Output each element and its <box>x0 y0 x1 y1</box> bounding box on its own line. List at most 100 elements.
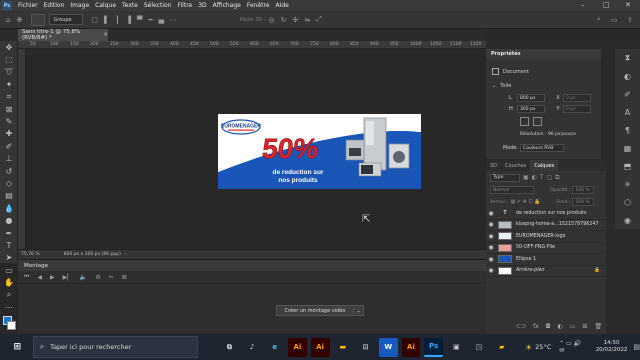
system-tray-icons[interactable]: ⌃ ▭ 🔊 ✉ <box>559 340 587 354</box>
illustrator-icon-2[interactable]: Ai <box>310 337 330 357</box>
align-left-icon[interactable]: ▌ <box>104 16 109 24</box>
more-tools-icon[interactable]: ⋯ <box>0 301 18 313</box>
filter-smart-icon[interactable]: ⧉ <box>555 174 559 182</box>
healing-brush-icon[interactable]: ✚ <box>0 128 18 140</box>
layer-row[interactable]: ◉ T de reduction sur nos produits <box>486 208 606 220</box>
path-select-icon[interactable]: ➤ <box>0 252 18 264</box>
paragraph-icon[interactable]: ¶ <box>615 121 640 139</box>
distribute-icon[interactable]: ⋯ <box>170 16 177 24</box>
crop-tool-icon[interactable]: ⌗ <box>0 91 18 103</box>
media-icon[interactable]: ◳ <box>470 338 489 357</box>
align-bottom-icon[interactable]: ▄ <box>159 16 164 24</box>
orbit-3d-icon[interactable]: ◎ <box>268 16 274 24</box>
menu-3d[interactable]: 3D <box>195 2 209 9</box>
swatches-icon[interactable]: ▦ <box>615 139 640 157</box>
align-top-icon[interactable]: ▀ <box>137 16 142 24</box>
previous-frame-icon[interactable]: ◀ <box>37 274 42 281</box>
history-icon[interactable]: ⧗ <box>615 49 640 67</box>
styles-icon[interactable]: ✳ <box>615 175 640 193</box>
lasso-tool-icon[interactable]: ➰ <box>0 66 18 78</box>
add-mask-icon[interactable]: ◘ <box>546 323 551 330</box>
filter-image-icon[interactable]: ▣ <box>523 174 529 181</box>
eyedropper-icon[interactable]: ✎ <box>0 115 18 127</box>
play-icon[interactable]: ▶ <box>50 274 55 281</box>
fx-icon[interactable]: fx <box>533 323 539 330</box>
eraser-tool-icon[interactable]: ◇ <box>0 177 18 189</box>
menu-view[interactable]: Affichage <box>210 2 244 9</box>
notifications-icon[interactable]: ▤ <box>633 343 640 351</box>
link-layers-icon[interactable]: ⊂⊃ <box>516 323 526 330</box>
layer-row[interactable]: ◉ 50-OFF-PNG-File <box>486 243 606 254</box>
background-color[interactable] <box>7 320 16 330</box>
adjustments-icon[interactable]: ◐ <box>615 67 640 85</box>
task-view-icon[interactable]: ⧉ <box>220 338 239 357</box>
windows-start-icon[interactable]: ⊞ <box>8 338 27 357</box>
lock-pixels-icon[interactable]: ▦ ✐ ✥ ⊡ 🔒 <box>511 199 541 205</box>
adjustment-layer-icon[interactable]: ◐ <box>557 323 562 330</box>
search-icon[interactable]: ⌕ <box>597 15 601 24</box>
x-field[interactable]: 0 px <box>563 94 591 102</box>
blend-mode-dropdown[interactable]: Normal <box>490 186 534 194</box>
align-middle-icon[interactable]: ━ <box>148 16 152 24</box>
width-field[interactable]: 800 px <box>517 94 545 102</box>
transform-controls-icon[interactable]: ▢ <box>91 16 98 24</box>
store-icon[interactable]: ⊡ <box>356 338 375 357</box>
history-brush-icon[interactable]: ↺ <box>0 165 18 177</box>
autoselect-checkbox[interactable] <box>31 13 46 26</box>
hand-tool-icon[interactable]: ✋ <box>0 276 18 288</box>
menu-select[interactable]: Sélection <box>141 2 175 9</box>
frame-tool-icon[interactable]: ⊠ <box>0 103 18 115</box>
move-tool-icon[interactable]: ✥ <box>0 41 18 53</box>
move-tool-icon[interactable]: ✥ <box>16 16 22 24</box>
home-icon[interactable]: ⌂ <box>6 16 10 24</box>
create-video-timeline-button[interactable]: Créer un montage vidéo ⌄ <box>276 305 364 316</box>
split-icon[interactable]: ✂ <box>109 274 114 281</box>
color-swatches[interactable] <box>0 314 17 334</box>
share-icon[interactable]: ⇪ <box>627 16 633 24</box>
roll-3d-icon[interactable]: ↻ <box>281 16 287 24</box>
layer-filter-dropdown[interactable]: Type <box>490 173 520 182</box>
filter-adjust-icon[interactable]: ◐ <box>532 174 537 181</box>
menu-file[interactable]: Fichier <box>15 2 41 9</box>
layer-row[interactable]: ◉ Ellipse 1 <box>486 254 606 266</box>
close-icon[interactable]: ✕ <box>625 1 631 9</box>
libraries-icon[interactable]: ⬒ <box>615 157 640 175</box>
zoom-tool-icon[interactable]: ⌕ <box>0 289 18 301</box>
edge-icon[interactable]: e <box>265 338 284 357</box>
illustrator-icon-3[interactable]: Ai <box>401 337 421 357</box>
status-arrow-icon[interactable]: › <box>125 252 127 257</box>
mode-dropdown[interactable]: Couleurs RVB <box>520 144 564 152</box>
photos-icon[interactable]: ▣ <box>447 338 466 357</box>
tab-layers[interactable]: Calques <box>530 160 559 171</box>
transition-icon[interactable]: ⊠ <box>122 274 127 281</box>
delete-layer-icon[interactable]: 🗑 <box>594 323 602 330</box>
pen-tool-icon[interactable]: ✒ <box>0 227 18 239</box>
tab-channels[interactable]: Couches <box>501 163 530 169</box>
menu-edit[interactable]: Edition <box>41 2 68 9</box>
eye-icon[interactable]: ◉ <box>486 233 496 240</box>
menu-layer[interactable]: Calque <box>92 2 119 9</box>
eye-icon[interactable]: ◉ <box>486 221 496 228</box>
photoshop-taskbar-icon[interactable]: Ps <box>424 337 443 357</box>
opacity-field[interactable]: 100 % <box>572 186 595 194</box>
close-tab-icon[interactable]: ✕ <box>103 32 108 38</box>
brush-tool-icon[interactable]: ✐ <box>0 140 18 152</box>
workspace-icon[interactable]: ▭ <box>611 16 618 24</box>
word-icon[interactable]: W <box>378 337 398 357</box>
canvas-section[interactable]: ⌄ Toile <box>486 83 601 89</box>
3d-icon[interactable]: ⬡ <box>615 193 640 211</box>
document-tab[interactable]: Sans titre-1 @ 75,8% (RVB/8#) * ✕ <box>18 29 108 41</box>
fill-field[interactable]: 100 % <box>572 198 595 206</box>
eye-icon[interactable]: ◉ <box>486 256 496 263</box>
eye-icon[interactable]: ◉ <box>486 244 496 251</box>
taskbar-search[interactable]: ⌕ Taper ici pour rechercher <box>32 336 199 358</box>
channels-icon[interactable]: ◉ <box>615 211 640 229</box>
filter-type-icon[interactable]: T <box>540 174 544 181</box>
shape-tool-icon[interactable]: ▭ <box>0 264 18 276</box>
eye-icon[interactable]: ◉ <box>486 210 496 217</box>
tab-3d[interactable]: 3D <box>486 163 501 169</box>
slide-3d-icon[interactable]: ⇋ <box>304 16 310 24</box>
menu-filter[interactable]: Filtre <box>175 2 196 9</box>
portrait-icon[interactable] <box>520 117 529 126</box>
eye-icon[interactable]: ◉ <box>486 267 496 274</box>
